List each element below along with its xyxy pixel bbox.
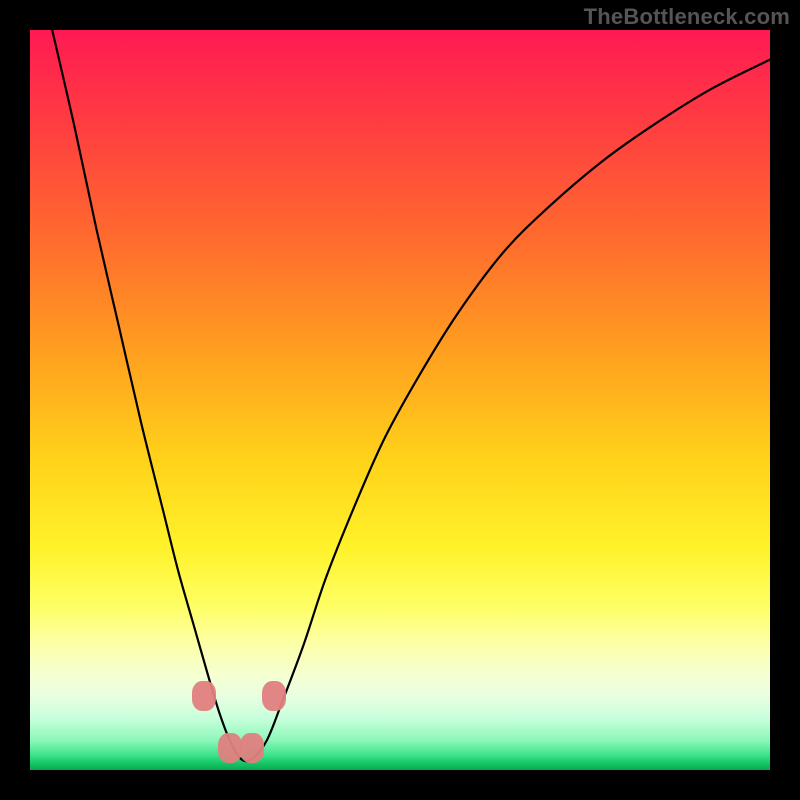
optimal-marker [218,733,242,763]
optimal-marker [262,681,286,711]
plot-area [30,30,770,770]
optimal-marker [240,733,264,763]
attribution-label: TheBottleneck.com [584,4,790,30]
bottleneck-curve [30,30,770,770]
chart-frame: TheBottleneck.com [0,0,800,800]
optimal-marker [192,681,216,711]
